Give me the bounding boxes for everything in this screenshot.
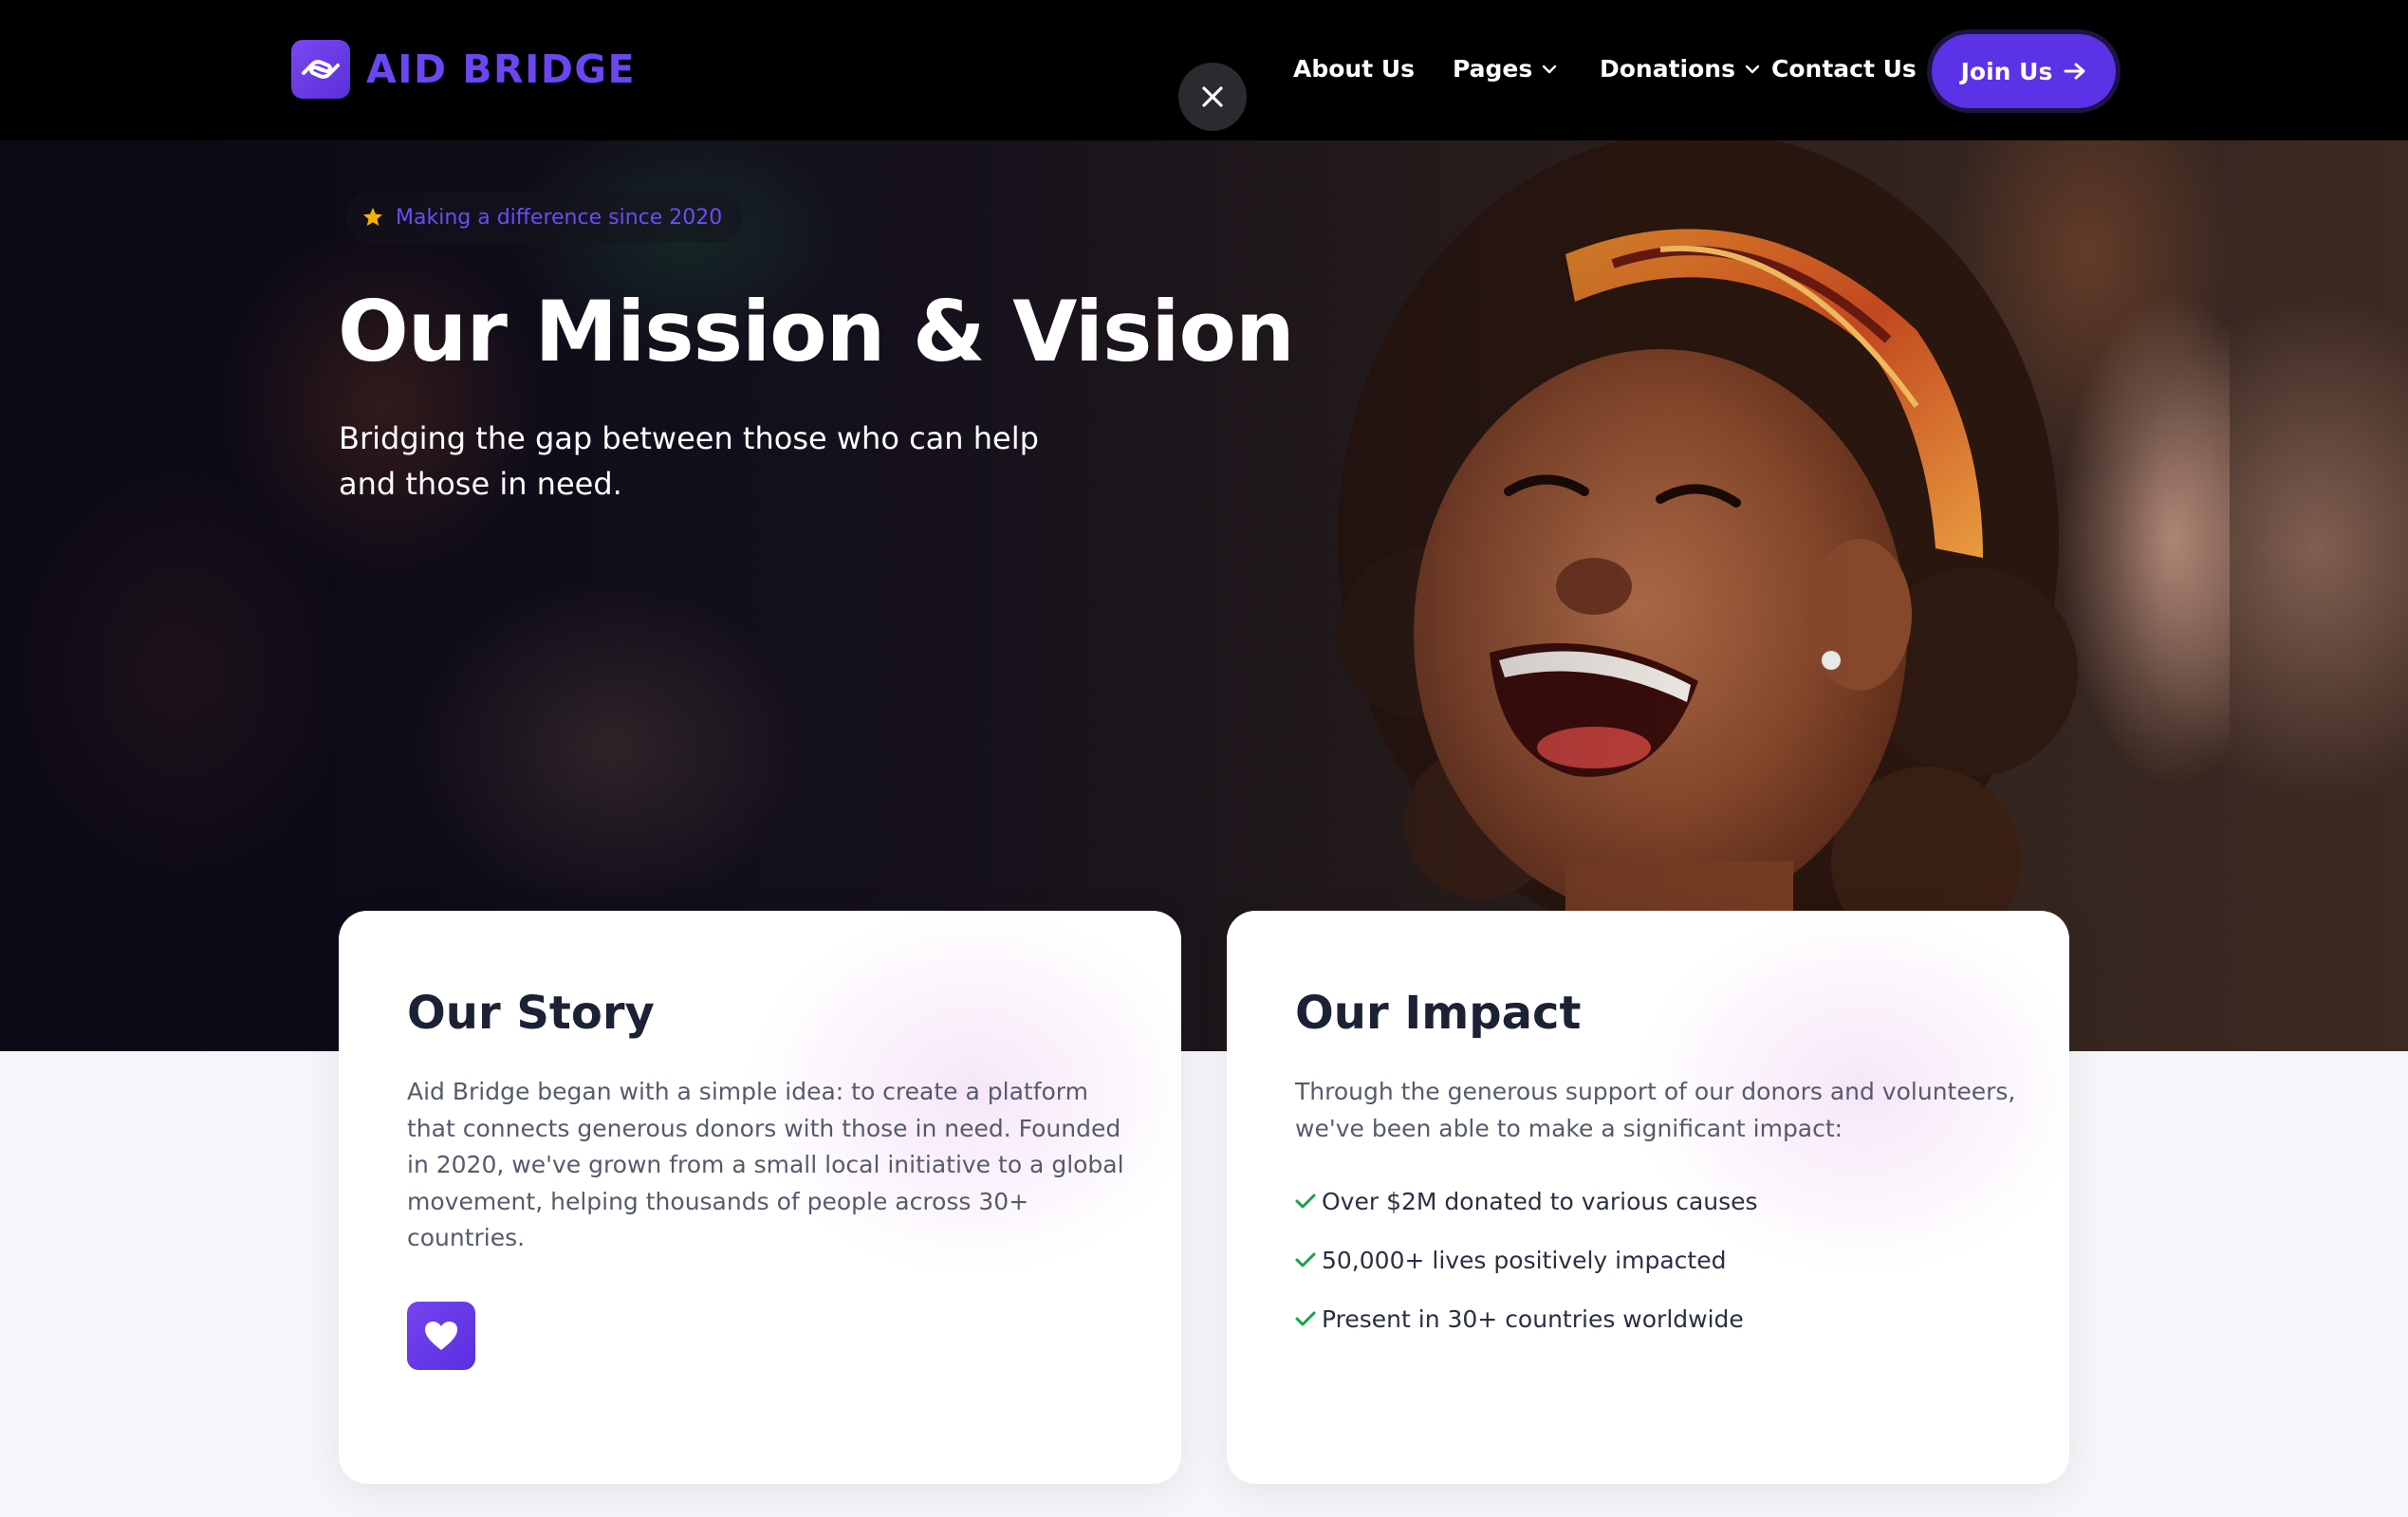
page-title: Our Mission & Vision (338, 283, 1295, 380)
chevron-down-icon (1542, 65, 1557, 74)
check-icon (1295, 1193, 1322, 1210)
join-us-label: Join Us (1960, 57, 2053, 85)
impact-list: Over $2M donated to various causes 50,00… (1295, 1172, 1758, 1348)
nav-link-donations[interactable]: Donations (1600, 55, 1760, 83)
list-item: 50,000+ lives positively impacted (1295, 1230, 1758, 1289)
impact-item-text: Present in 30+ countries worldwide (1322, 1304, 1744, 1333)
nav-link-pages[interactable]: Pages (1453, 55, 1557, 83)
join-us-button[interactable]: Join Us (1932, 34, 2116, 108)
nav-link-about-us[interactable]: About Us (1293, 55, 1415, 83)
nav-link-contact-us[interactable]: Contact Us (1771, 55, 1917, 83)
nav-link-label: Donations (1600, 55, 1735, 83)
impact-title: Our Impact (1295, 987, 1582, 1040)
top-navbar: AID BRIDGE About Us Pages Donations Cont… (0, 0, 2408, 140)
impact-intro: Through the generous support of our dono… (1295, 1078, 2016, 1142)
nav-link-label: About Us (1293, 55, 1416, 83)
our-story-card: Our Story Aid Bridge began with a simple… (339, 911, 1181, 1484)
heart-button[interactable] (407, 1302, 475, 1370)
story-text: Aid Bridge began with a simple idea: to … (407, 1078, 1124, 1251)
close-icon (1202, 86, 1223, 107)
impact-item-text: 50,000+ lives positively impacted (1322, 1246, 1727, 1274)
nav-link-label: Pages (1453, 55, 1533, 83)
our-impact-card: Our Impact Through the generous support … (1227, 911, 2069, 1484)
since-badge: Making a difference since 2020 (346, 192, 744, 243)
badge-text: Making a difference since 2020 (396, 205, 723, 230)
page: AID BRIDGE About Us Pages Donations Cont… (0, 0, 2408, 1517)
check-icon (1295, 1251, 1322, 1268)
hero-subtitle: Bridging the gap between those who can h… (339, 416, 1060, 507)
nav-link-label: Contact Us (1771, 55, 1917, 83)
list-item: Present in 30+ countries worldwide (1295, 1289, 1758, 1348)
check-icon (1295, 1310, 1322, 1327)
impact-item-text: Over $2M donated to various causes (1322, 1187, 1758, 1215)
list-item: Over $2M donated to various causes (1295, 1172, 1758, 1230)
star-icon (361, 206, 384, 229)
heart-icon (425, 1322, 457, 1350)
story-title: Our Story (407, 987, 655, 1040)
hero-subtitle-line-2: and those in need. (339, 466, 622, 502)
chevron-down-icon (1745, 65, 1760, 74)
arrow-right-icon (2064, 62, 2086, 81)
hero-subtitle-line-1: Bridging the gap between those who can h… (339, 420, 1039, 456)
